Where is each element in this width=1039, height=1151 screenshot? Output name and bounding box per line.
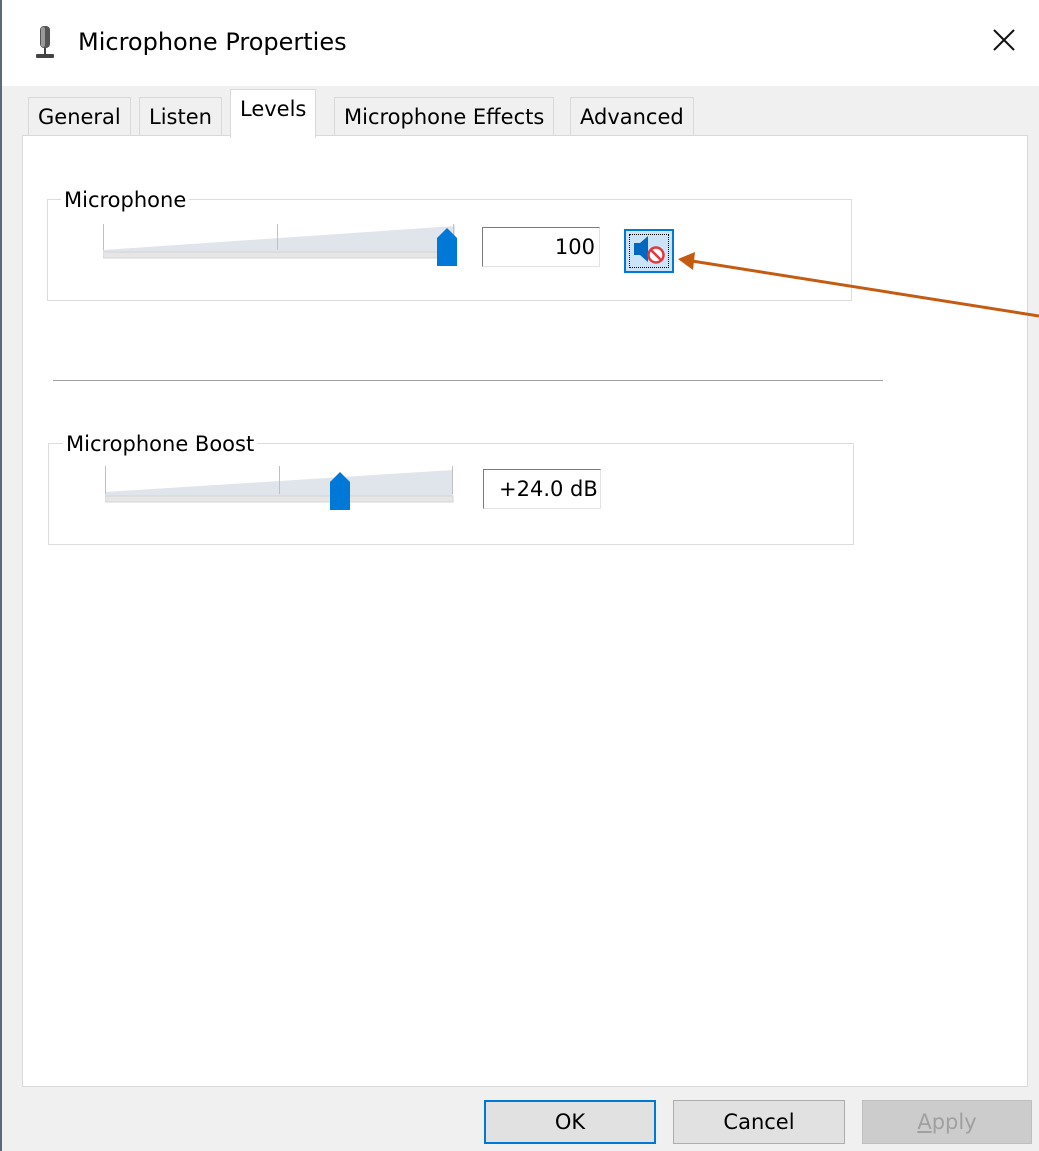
tab-advanced[interactable]: Advanced: [570, 97, 694, 135]
microphone-level-value: 100: [554, 235, 595, 259]
cancel-button[interactable]: Cancel: [673, 1100, 845, 1144]
close-button[interactable]: [976, 14, 1032, 70]
mute-button-focus-rect: [629, 234, 669, 268]
microphone-slider-wedge: [103, 224, 455, 259]
tab-general-label: General: [38, 105, 121, 129]
window-title: Microphone Properties: [78, 28, 347, 56]
close-icon: [993, 29, 1015, 55]
tab-listen-label: Listen: [149, 105, 212, 129]
microphone-boost-slider-thumb[interactable]: [329, 472, 350, 510]
tab-general[interactable]: General: [28, 97, 131, 135]
cancel-button-label: Cancel: [723, 1110, 795, 1134]
apply-button-label: pply: [931, 1110, 977, 1134]
tab-listen[interactable]: Listen: [139, 97, 222, 135]
apply-button[interactable]: Apply: [862, 1100, 1032, 1144]
microphone-boost-slider-wedge: [105, 466, 454, 503]
mute-button[interactable]: [624, 229, 674, 273]
tab-levels-label: Levels: [240, 97, 307, 121]
ok-button-label: OK: [554, 1110, 586, 1134]
title-bar[interactable]: Microphone Properties: [0, 0, 1039, 86]
microphone-boost-field[interactable]: +24.0 dB: [483, 469, 601, 509]
microphone-icon: [34, 26, 56, 60]
tab-microphone-effects-label: Microphone Effects: [344, 105, 545, 129]
apply-button-accelerator: A: [917, 1110, 932, 1134]
tab-advanced-label: Advanced: [580, 105, 684, 129]
ok-button[interactable]: OK: [484, 1100, 656, 1144]
microphone-group-label: Microphone: [61, 187, 190, 213]
microphone-slider-thumb[interactable]: [437, 228, 457, 266]
microphone-level-field[interactable]: 100: [482, 227, 600, 267]
window-border-left: [0, 0, 2, 1151]
microphone-boost-group-label: Microphone Boost: [63, 431, 258, 457]
tab-levels[interactable]: Levels: [230, 89, 317, 138]
group-separator: [53, 380, 883, 381]
microphone-boost-value: +24.0 dB: [499, 477, 598, 501]
tab-microphone-effects[interactable]: Microphone Effects: [334, 97, 555, 135]
